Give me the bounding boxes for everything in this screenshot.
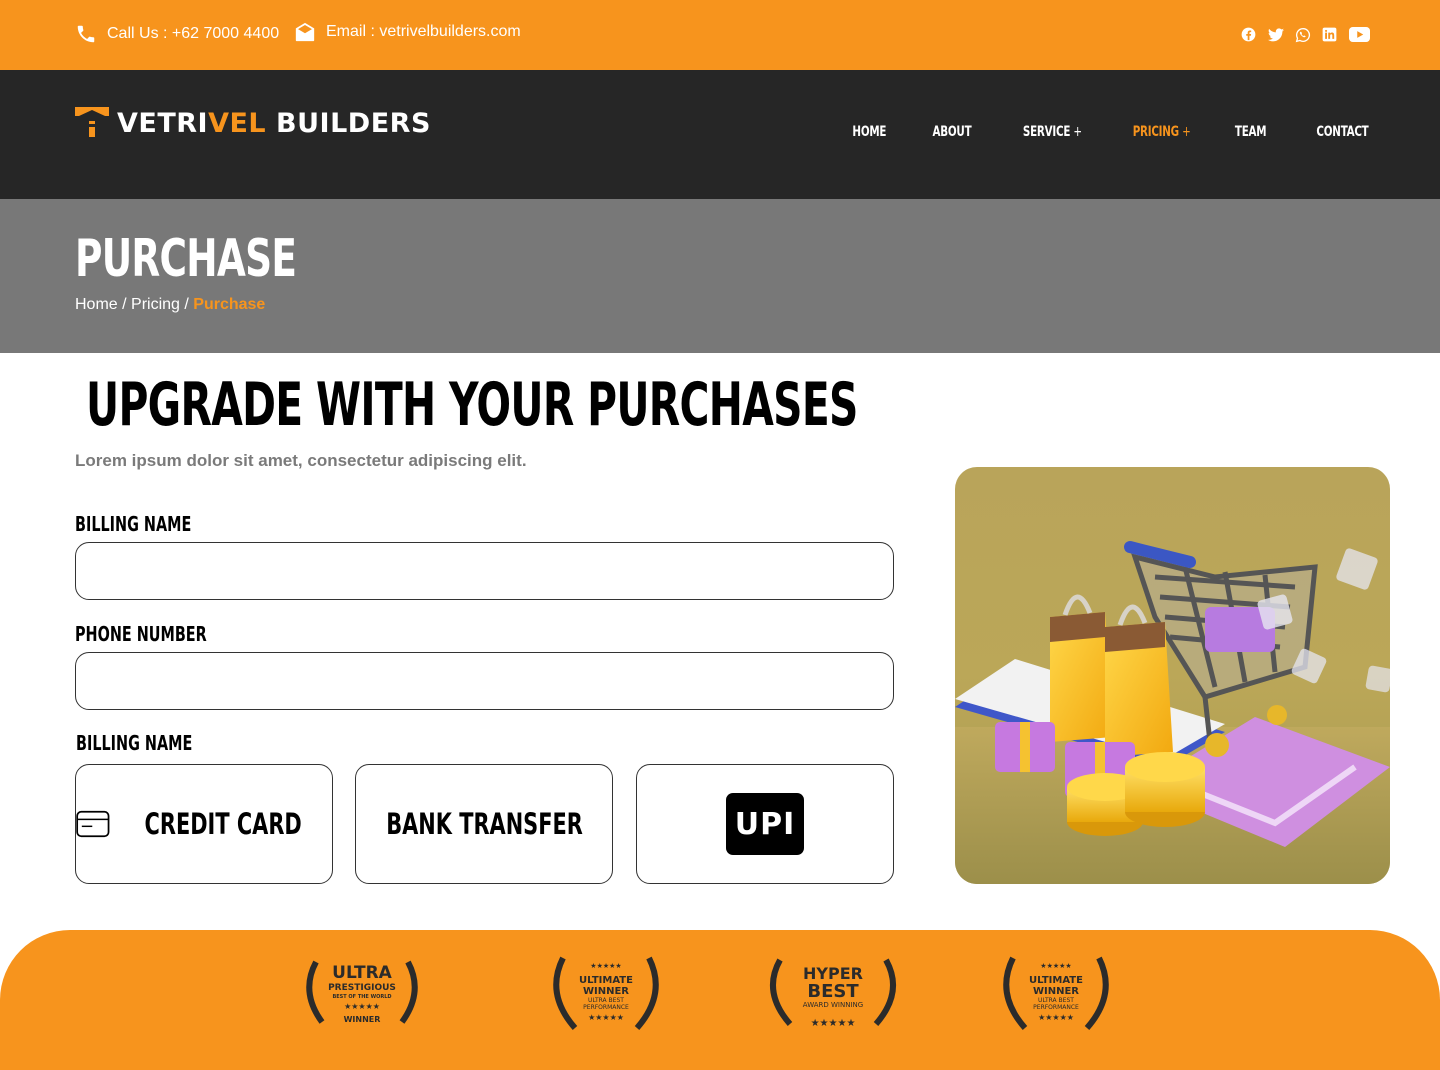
svg-text:★★★★★: ★★★★★ [344, 1002, 380, 1011]
svg-text:ULTRA BEST: ULTRA BEST [588, 997, 624, 1004]
phone-number-input[interactable] [75, 652, 894, 710]
breadcrumb-pricing[interactable]: Pricing [131, 296, 180, 313]
billing-name-input[interactable] [75, 542, 894, 600]
svg-text:AWARD WINNING: AWARD WINNING [803, 1001, 863, 1009]
payment-method-label: BILLING NAME [76, 731, 193, 755]
svg-text:PERFORMANCE: PERFORMANCE [583, 1004, 629, 1011]
svg-text:PERFORMANCE: PERFORMANCE [1033, 1004, 1079, 1011]
phone-number-label: PHONE NUMBER [75, 622, 207, 646]
svg-text:★★★★★: ★★★★★ [590, 962, 621, 970]
main-nav: HOME ABOUT SERVICE + PRICING + TEAM CONTAC… [807, 124, 1369, 140]
logo-text: VETRIVEL BUILDERS [117, 107, 431, 139]
facebook-icon[interactable] [1240, 26, 1257, 43]
nav-pricing[interactable]: PRICING + [1132, 124, 1190, 140]
svg-text:ULTRA BEST: ULTRA BEST [1038, 997, 1074, 1004]
youtube-icon[interactable] [1348, 26, 1370, 43]
house-logo-icon [75, 107, 109, 137]
top-contact-bar: Call Us : +62 7000 4400 Email : vetrivel… [0, 0, 1440, 70]
envelope-open-icon [295, 22, 315, 42]
email-contact[interactable]: Email : vetrivelbuilders.com [294, 21, 521, 43]
svg-text:WINNER: WINNER [1033, 986, 1079, 997]
svg-text:PRESTIGIOUS: PRESTIGIOUS [328, 983, 396, 993]
shopping-illustration [955, 467, 1390, 884]
section-subtitle: Lorem ipsum dolor sit amet, consectetur … [75, 451, 527, 470]
svg-text:ULTIMATE: ULTIMATE [1029, 975, 1083, 986]
page-banner: PURCHASE Home / Pricing / Purchase [0, 199, 1440, 353]
page-title: PURCHASE [75, 229, 297, 289]
social-links [1240, 26, 1370, 43]
credit-card-label: CREDIT CARD [144, 807, 302, 841]
svg-text:WINNER: WINNER [344, 1015, 381, 1024]
upi-option[interactable]: UPI [636, 764, 894, 884]
nav-contact[interactable]: CONTACT [1316, 124, 1368, 140]
svg-text:★★★★★: ★★★★★ [1038, 1013, 1074, 1022]
award-badge-3: HYPER BEST AWARD WINNING ★★★★★ [762, 952, 904, 1037]
svg-text:★★★★★: ★★★★★ [588, 1013, 624, 1022]
expand-icon: + [1181, 124, 1191, 140]
credit-card-icon [76, 810, 110, 838]
bank-transfer-label: BANK TRANSFER [386, 807, 584, 841]
site-logo[interactable]: VETRIVEL BUILDERS [75, 107, 431, 139]
expand-icon: + [1073, 124, 1082, 140]
award-badge-4: ★★★★★ ULTIMATE WINNER ULTRA BEST PERFORM… [997, 952, 1115, 1041]
billing-name-label: BILLING NAME [75, 512, 192, 536]
linkedin-icon[interactable] [1321, 26, 1338, 43]
breadcrumb-current: Purchase [193, 296, 266, 313]
phone-text: Call Us : +62 7000 4400 [107, 25, 280, 42]
breadcrumb: Home / Pricing / Purchase [75, 296, 266, 313]
svg-text:BEST OF THE WORLD: BEST OF THE WORLD [332, 994, 391, 1000]
site-header: VETRIVEL BUILDERS HOME ABOUT SERVICE + PR… [0, 70, 1440, 199]
bank-transfer-option[interactable]: BANK TRANSFER [355, 764, 613, 884]
breadcrumb-home[interactable]: Home [75, 296, 118, 313]
phone-contact[interactable]: Call Us : +62 7000 4400 [75, 23, 279, 45]
section-title: UPGRADE WITH YOUR PURCHASES [86, 370, 858, 440]
svg-text:★★★★★: ★★★★★ [811, 1018, 856, 1029]
award-badge-1: ULTRA PRESTIGIOUS BEST OF THE WORLD ★★★★… [298, 952, 426, 1037]
whatsapp-icon[interactable] [1294, 26, 1311, 43]
credit-card-option[interactable]: CREDIT CARD [75, 764, 333, 884]
nav-about[interactable]: ABOUT [933, 124, 972, 140]
svg-text:WINNER: WINNER [583, 986, 629, 997]
phone-icon [77, 25, 95, 43]
twitter-icon[interactable] [1267, 26, 1284, 43]
svg-text:BEST: BEST [807, 981, 859, 1002]
svg-text:★★★★★: ★★★★★ [1040, 962, 1071, 970]
upi-logo: UPI [726, 793, 804, 855]
svg-text:ULTRA: ULTRA [332, 963, 393, 983]
nav-team[interactable]: TEAM [1235, 124, 1267, 140]
nav-service[interactable]: SERVICE + [1023, 124, 1082, 140]
awards-strip: ULTRA PRESTIGIOUS BEST OF THE WORLD ★★★★… [0, 930, 1440, 1070]
nav-home[interactable]: HOME [853, 124, 887, 140]
award-badge-2: ★★★★★ ULTIMATE WINNER ULTRA BEST PERFORM… [547, 952, 665, 1041]
email-text: Email : vetrivelbuilders.com [326, 23, 521, 40]
svg-text:ULTIMATE: ULTIMATE [579, 975, 633, 986]
